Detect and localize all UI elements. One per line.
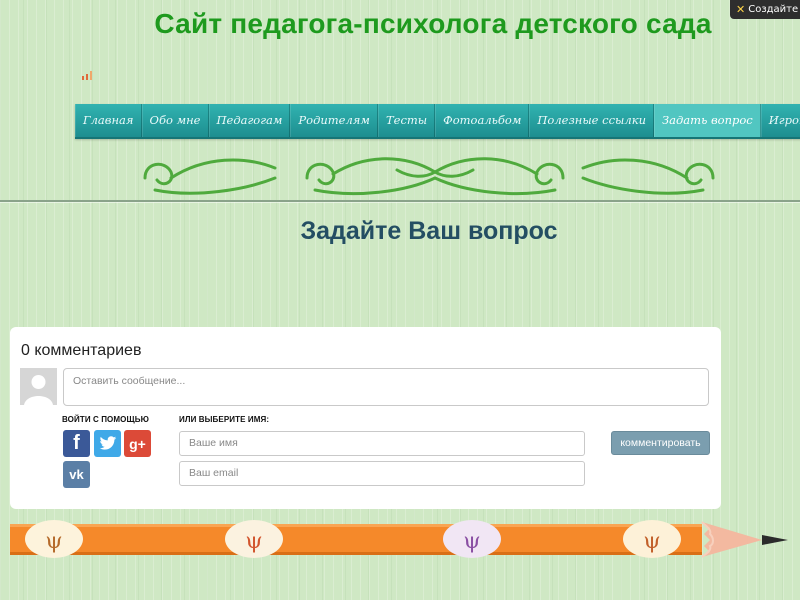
vk-icon[interactable]: vk	[63, 461, 90, 488]
site-title: Сайт педагога-психолога детского сада	[154, 8, 712, 39]
submit-comment-button[interactable]: комментировать	[611, 431, 710, 455]
psi-badge-3: ψ	[443, 520, 501, 558]
email-input[interactable]: Ваш email	[179, 461, 585, 486]
main-menu: Главная Обо мне Педагогам Родителям Тест…	[75, 104, 800, 139]
login-with-label: ВОЙТИ С ПОМОЩЬЮ	[62, 415, 149, 424]
facebook-icon[interactable]: f	[63, 430, 90, 457]
twitter-bird-icon	[99, 436, 116, 450]
google-plus-icon[interactable]: g+	[124, 430, 151, 457]
menu-item-home[interactable]: Главная	[75, 104, 142, 137]
pencil-decoration: ψ ψ ψ ψ	[10, 520, 788, 558]
twitter-icon[interactable]	[94, 430, 121, 457]
menu-item-game-library[interactable]: Игротека	[760, 104, 800, 137]
svg-text:ψ: ψ	[245, 529, 262, 554]
menu-item-ask-question[interactable]: Задать вопрос	[654, 104, 761, 137]
psi-badge-1: ψ	[25, 520, 83, 558]
menu-item-about[interactable]: Обо мне	[141, 104, 209, 137]
signal-bars-icon	[82, 71, 92, 80]
menu-item-parents[interactable]: Родителям	[290, 104, 378, 137]
user-silhouette-icon	[24, 375, 53, 405]
comment-message-input[interactable]: Оставить сообщение...	[63, 368, 709, 406]
svg-text:ψ: ψ	[463, 529, 480, 554]
svg-text:ψ: ψ	[643, 529, 660, 554]
menu-item-useful-links[interactable]: Полезные ссылки	[529, 104, 654, 137]
name-input[interactable]: Ваше имя	[179, 431, 585, 456]
menu-item-tests[interactable]: Тесты	[377, 104, 436, 137]
avatar	[20, 368, 57, 405]
header-divider	[0, 200, 800, 202]
comments-count: 0 комментариев	[21, 342, 142, 359]
psi-badge-2: ψ	[225, 520, 283, 558]
menu-item-teachers[interactable]: Педагогам	[208, 104, 291, 137]
page-title: Задайте Ваш вопрос	[300, 217, 558, 245]
svg-text:ψ: ψ	[45, 529, 62, 554]
choose-name-label: ИЛИ ВЫБЕРИТЕ ИМЯ:	[179, 415, 270, 424]
psi-badge-4: ψ	[623, 520, 681, 558]
decorative-swirl-ornament	[143, 157, 715, 196]
comments-widget: 0 комментариев Оставить сообщение... ВОЙ…	[10, 327, 721, 509]
menu-item-photo-album[interactable]: Фотоальбом	[435, 104, 530, 137]
